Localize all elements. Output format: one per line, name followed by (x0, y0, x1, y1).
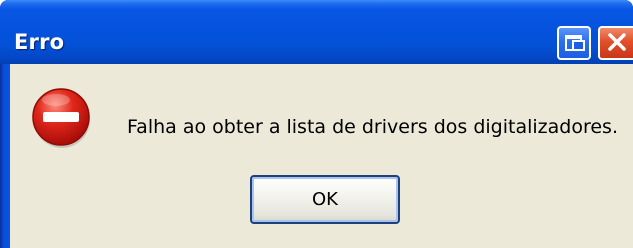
title-bar[interactable]: Erro (0, 0, 633, 64)
ok-button[interactable]: OK (250, 175, 400, 224)
error-message: Falha ao obter a lista de drivers dos di… (127, 116, 618, 138)
close-button[interactable] (598, 26, 633, 60)
error-stop-icon (26, 82, 98, 154)
window-title: Erro (14, 30, 65, 54)
error-dialog-window: Erro Falha ao obter a lista de drivers d… (0, 0, 633, 248)
restore-button[interactable] (557, 26, 591, 60)
window-left-border (0, 64, 10, 248)
ok-button-label: OK (312, 189, 338, 210)
